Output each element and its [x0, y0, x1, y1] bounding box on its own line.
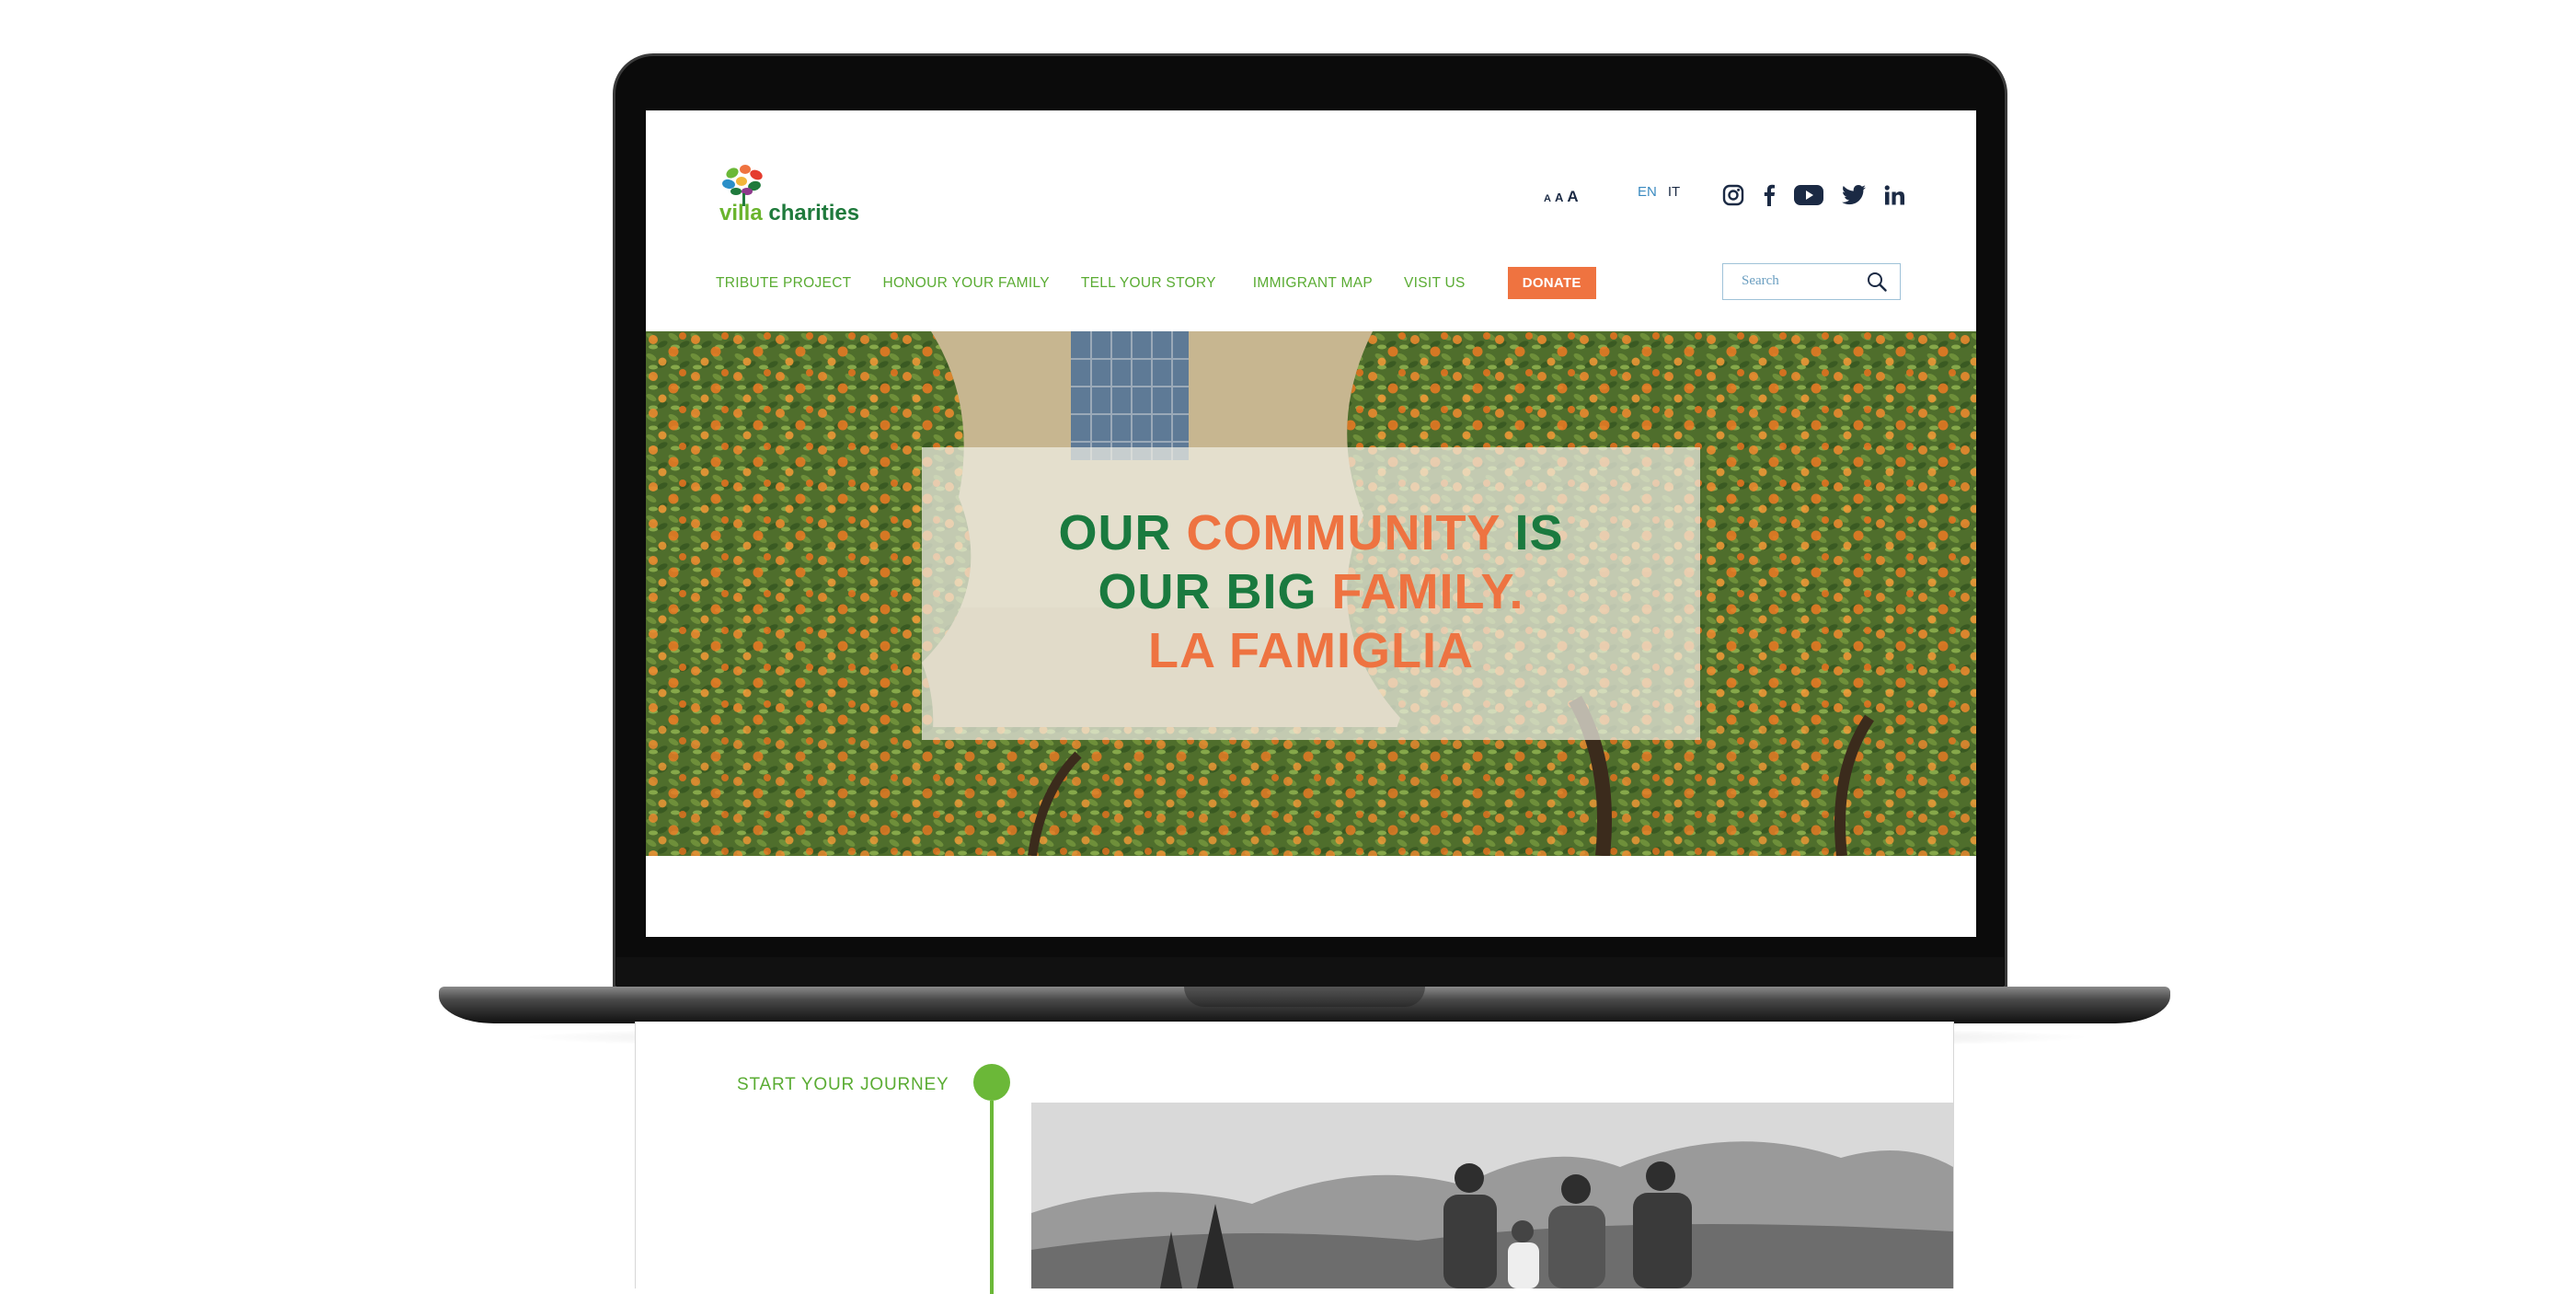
nav-item-immigrant-map[interactable]: IMMIGRANT MAP — [1253, 275, 1373, 292]
font-size-control: AAA — [1544, 188, 1582, 206]
linkedin-icon[interactable] — [1884, 185, 1904, 205]
family-photo-image — [1031, 1103, 1953, 1288]
logo[interactable]: villa charities — [719, 164, 885, 228]
timeline-line — [990, 1101, 994, 1294]
search-box — [1722, 263, 1901, 300]
logo-text: villa charities — [719, 201, 860, 225]
page-below-laptop: START YOUR JOURNEY — [635, 1022, 1954, 1294]
facebook-icon[interactable] — [1763, 184, 1776, 206]
nav-item-tribute-project[interactable]: TRIBUTE PROJECT — [716, 275, 851, 292]
nav-item-tell-your-story[interactable]: TELL YOUR STORY — [1081, 275, 1216, 292]
hero-banner: OUR COMMUNITY IS OUR BIG FAMILY. LA FAMI… — [646, 331, 1976, 856]
language-it-link[interactable]: IT — [1668, 184, 1680, 200]
donate-button[interactable]: DONATE — [1507, 267, 1596, 299]
main-nav: TRIBUTE PROJECT HONOUR YOUR FAMILY TELL … — [716, 267, 1596, 299]
family-photo — [1031, 1103, 1953, 1288]
youtube-icon[interactable] — [1794, 184, 1823, 206]
hero-text-box: OUR COMMUNITY IS OUR BIG FAMILY. LA FAMI… — [922, 447, 1700, 740]
font-size-large-button[interactable]: A — [1567, 188, 1578, 205]
laptop-hinge — [616, 957, 2004, 987]
twitter-icon[interactable] — [1842, 185, 1866, 205]
nav-item-visit-us[interactable]: VISIT US — [1404, 275, 1466, 292]
language-en-link[interactable]: EN — [1638, 184, 1657, 200]
laptop-screen: villa charities AAA EN IT TRIBUTE PROJEC… — [646, 110, 1976, 937]
nav-item-honour-your-family[interactable]: HONOUR YOUR FAMILY — [882, 275, 1049, 292]
hero-headline-line-1: OUR COMMUNITY IS — [1058, 505, 1564, 560]
instagram-icon[interactable] — [1722, 184, 1744, 206]
timeline-dot[interactable] — [973, 1064, 1010, 1101]
social-links — [1722, 180, 1904, 210]
start-your-journey-label[interactable]: START YOUR JOURNEY — [737, 1075, 949, 1095]
search-icon[interactable] — [1867, 272, 1887, 292]
hero-headline-line-3: LA FAMIGLIA — [1148, 623, 1474, 678]
font-size-small-button[interactable]: A — [1544, 193, 1551, 204]
font-size-medium-button[interactable]: A — [1555, 191, 1563, 204]
search-input[interactable] — [1740, 272, 1863, 290]
laptop-notch — [1184, 987, 1425, 1007]
hero-headline-line-2: OUR BIG FAMILY. — [1098, 564, 1524, 619]
language-switcher: EN IT — [1638, 184, 1680, 200]
